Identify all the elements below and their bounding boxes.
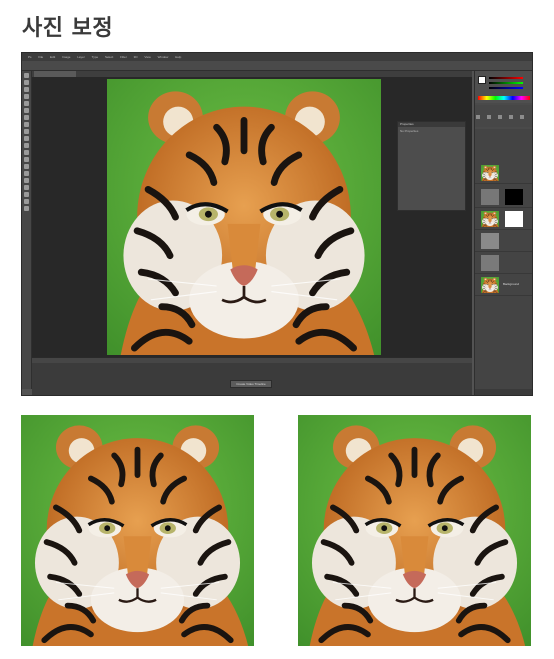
brightness-icon[interactable] — [476, 115, 480, 119]
curves-icon[interactable] — [498, 115, 503, 119]
healing-tool-icon[interactable] — [24, 115, 29, 120]
menu-ps[interactable]: Ps — [28, 53, 32, 61]
shape-tool-icon[interactable] — [24, 192, 29, 197]
history-brush-tool-icon[interactable] — [24, 136, 29, 141]
create-video-timeline-button[interactable]: Create Video Timeline — [230, 380, 272, 388]
path-select-tool-icon[interactable] — [24, 185, 29, 190]
tiger-image — [21, 415, 254, 646]
hand-tool-icon[interactable] — [24, 199, 29, 204]
quick-select-tool-icon[interactable] — [24, 94, 29, 99]
properties-text: No Properties — [400, 129, 419, 133]
layer-thumbnail — [481, 255, 499, 271]
menu-window[interactable]: Window — [158, 53, 169, 61]
result-image-after — [298, 415, 531, 646]
eraser-tool-icon[interactable] — [24, 143, 29, 148]
page-title: 사진 보정 — [22, 16, 114, 41]
properties-panel: Properties No Properties — [397, 121, 466, 211]
move-tool-icon[interactable] — [24, 73, 29, 78]
layer-label: Background — [503, 282, 520, 286]
levels-icon[interactable] — [487, 115, 492, 119]
menu-layer[interactable]: Layer — [77, 53, 85, 61]
layer-thumbnail — [481, 211, 499, 227]
timeline-panel: Create Video Timeline — [32, 357, 472, 395]
green-slider[interactable] — [489, 82, 523, 84]
color-spectrum[interactable] — [478, 96, 530, 100]
pen-tool-icon[interactable] — [24, 171, 29, 176]
menu-file[interactable]: File — [38, 53, 43, 61]
layer-thumbnail — [481, 189, 499, 205]
layer-mask-thumbnail — [505, 211, 523, 227]
gradient-tool-icon[interactable] — [24, 150, 29, 155]
crop-tool-icon[interactable] — [24, 101, 29, 106]
layer-thumbnail — [481, 277, 499, 293]
options-bar — [22, 61, 532, 71]
dodge-tool-icon[interactable] — [24, 164, 29, 169]
lasso-tool-icon[interactable] — [24, 87, 29, 92]
layer-thumbnail — [481, 233, 499, 249]
menu-type[interactable]: Type — [92, 53, 99, 61]
right-panels: Background — [474, 71, 532, 395]
blur-tool-icon[interactable] — [24, 157, 29, 162]
timeline-header — [32, 358, 472, 363]
tiger-image — [298, 415, 531, 646]
exposure-icon[interactable] — [509, 115, 514, 119]
document-canvas[interactable] — [107, 79, 381, 355]
canvas-area: Properties No Properties — [32, 77, 472, 357]
layer-mask-thumbnail — [505, 189, 523, 205]
menu-image[interactable]: Image — [62, 53, 70, 61]
layers-footer — [475, 389, 532, 395]
adjustments-panel — [475, 105, 532, 138]
brush-tool-icon[interactable] — [24, 122, 29, 127]
tiger-image — [107, 79, 381, 355]
blue-slider[interactable] — [489, 87, 523, 89]
menu-bar: Ps File Edit Image Layer Type Select Fil… — [22, 53, 532, 61]
menu-filter[interactable]: Filter — [120, 53, 127, 61]
layer-row[interactable] — [475, 163, 532, 184]
marquee-tool-icon[interactable] — [24, 80, 29, 85]
result-image-before — [21, 415, 254, 646]
menu-3d[interactable]: 3D — [134, 53, 138, 61]
zoom-tool-icon[interactable] — [24, 206, 29, 211]
layer-thumbnail — [481, 165, 499, 181]
menu-view[interactable]: View — [144, 53, 150, 61]
layer-row[interactable] — [475, 187, 532, 208]
type-tool-icon[interactable] — [24, 178, 29, 183]
foreground-color-swatch[interactable] — [478, 76, 486, 84]
menu-help[interactable]: Help — [175, 53, 181, 61]
layer-row[interactable] — [475, 209, 532, 230]
layer-row[interactable] — [475, 253, 532, 274]
stamp-tool-icon[interactable] — [24, 129, 29, 134]
color-panel — [475, 71, 532, 103]
layer-row[interactable] — [475, 231, 532, 252]
toolbox — [22, 71, 32, 389]
eyedropper-tool-icon[interactable] — [24, 108, 29, 113]
photoshop-window: Ps File Edit Image Layer Type Select Fil… — [21, 52, 533, 396]
red-slider[interactable] — [489, 77, 523, 79]
menu-select[interactable]: Select — [105, 53, 113, 61]
vibrance-icon[interactable] — [520, 115, 525, 119]
layers-panel: Background — [475, 129, 532, 395]
menu-edit[interactable]: Edit — [50, 53, 55, 61]
layer-row-background[interactable]: Background — [475, 275, 532, 296]
